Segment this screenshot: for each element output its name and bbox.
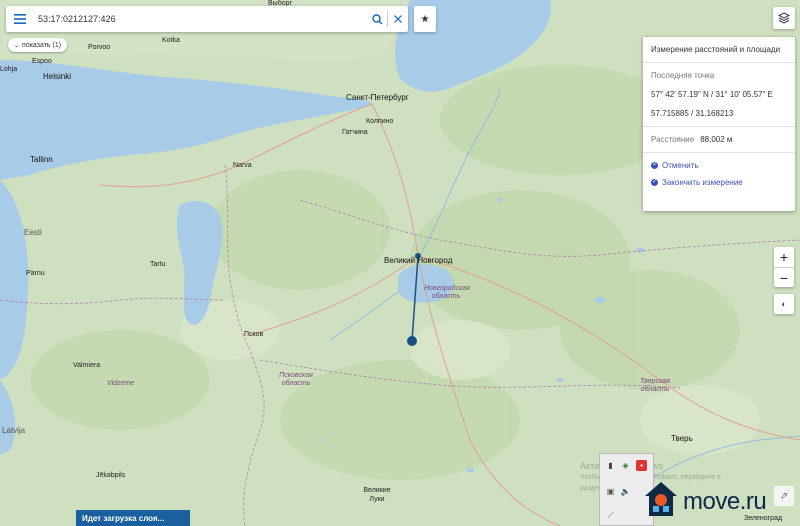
map-label-espoo: Espoo bbox=[32, 58, 52, 65]
divider bbox=[643, 152, 795, 153]
map-label-kolpino: Колпино bbox=[366, 118, 394, 125]
star-icon[interactable]: ★ bbox=[414, 6, 436, 32]
check-icon: ✓ bbox=[651, 179, 658, 186]
map-label-jekabpils: Jēkabpils bbox=[96, 472, 126, 479]
show-results-chip[interactable]: ⌄ показать (1) bbox=[8, 38, 68, 52]
alert-icon[interactable]: ▪ bbox=[636, 460, 647, 471]
map-label-lohja: Lohja bbox=[0, 66, 18, 73]
search-icon[interactable] bbox=[367, 6, 387, 32]
zoom-control: + − bbox=[774, 247, 794, 287]
volume-icon[interactable]: 🔈 bbox=[620, 486, 631, 497]
map-label-tver: Тверь bbox=[671, 434, 693, 443]
map-label-pskov: Псков bbox=[244, 331, 264, 338]
locate-icon[interactable]: ◐ bbox=[774, 294, 794, 314]
map-label-helsinki: Helsinki bbox=[43, 72, 72, 81]
map-label-pskov-region: Псковская область bbox=[279, 372, 313, 387]
finish-measurement-button[interactable]: ✓ Закончить измерение bbox=[643, 178, 795, 187]
cancel-measurement-button[interactable]: × Отменить bbox=[643, 161, 795, 170]
map-label-gatchina: Гатчина bbox=[342, 129, 368, 136]
map-label-eesti: Eesti bbox=[24, 228, 42, 237]
distance-row: Расстояние 88,002 м bbox=[643, 135, 795, 144]
zoom-out-button[interactable]: − bbox=[774, 268, 794, 288]
coords-dms: 57° 42' 57.19" N / 31° 10' 05.57" E bbox=[651, 90, 773, 99]
map-label-latvija: Latvija bbox=[2, 426, 26, 435]
cancel-icon: × bbox=[651, 162, 658, 169]
distance-value: 88,002 м bbox=[700, 135, 733, 144]
map-label-valmiera: Valmiera bbox=[73, 362, 101, 369]
coords-decimal: 57.715885 / 31.168213 bbox=[651, 109, 734, 118]
map-label-tver-region: Тверская область bbox=[640, 378, 670, 393]
map-label-veliky-novgorod: Великий Новгород bbox=[384, 256, 453, 265]
shield-icon[interactable]: ◈ bbox=[620, 460, 631, 471]
zoom-in-button[interactable]: + bbox=[774, 247, 794, 267]
chevron-down-icon: ⌄ bbox=[14, 42, 20, 49]
brand-name: move.ru bbox=[683, 488, 767, 515]
show-results-label: показать (1) bbox=[22, 41, 62, 49]
distance-label: Расстояние bbox=[651, 135, 695, 144]
usb-icon[interactable]: ▮ bbox=[605, 460, 616, 471]
map-label-velikie-luki: Великие Луки bbox=[363, 487, 391, 503]
divider bbox=[643, 62, 795, 63]
layer-loading-badge: Идет загрузка слоя... bbox=[76, 510, 190, 526]
cancel-label: Отменить bbox=[662, 161, 699, 170]
map-label-vidzeme: Vidzeme bbox=[107, 380, 135, 387]
brand-logo: move.ru bbox=[643, 478, 800, 526]
divider bbox=[643, 126, 795, 127]
map-label-narva: Narva bbox=[233, 162, 252, 169]
measurement-panel: Измерение расстояний и площади Последняя… bbox=[643, 37, 795, 211]
house-icon bbox=[645, 482, 677, 516]
close-icon[interactable] bbox=[388, 6, 408, 32]
map-label-porvoo: Porvoo bbox=[88, 44, 111, 51]
hamburger-icon[interactable] bbox=[6, 6, 34, 32]
monitor-icon[interactable]: ▣ bbox=[605, 486, 616, 497]
map-label-tartu: Tartu bbox=[150, 261, 166, 268]
pen-icon[interactable]: ⟋ bbox=[605, 510, 616, 521]
finish-label: Закончить измерение bbox=[662, 178, 743, 187]
map-label-kotka: Kotka bbox=[162, 37, 180, 44]
map-label-spb: Санкт-Петербург bbox=[346, 93, 409, 102]
layers-icon[interactable] bbox=[773, 7, 795, 29]
last-point-label: Последняя точка bbox=[651, 71, 715, 80]
search-bar bbox=[6, 6, 408, 32]
cadastral-search-input[interactable] bbox=[34, 9, 367, 29]
measurement-end-point bbox=[407, 336, 417, 346]
map-label-novgorod-region: Новгородская область bbox=[424, 285, 470, 300]
map-label-tallinn: Tallinn bbox=[30, 155, 53, 164]
panel-title: Измерение расстояний и площади bbox=[651, 45, 781, 54]
map-label-parnu: Pärnu bbox=[26, 270, 45, 277]
